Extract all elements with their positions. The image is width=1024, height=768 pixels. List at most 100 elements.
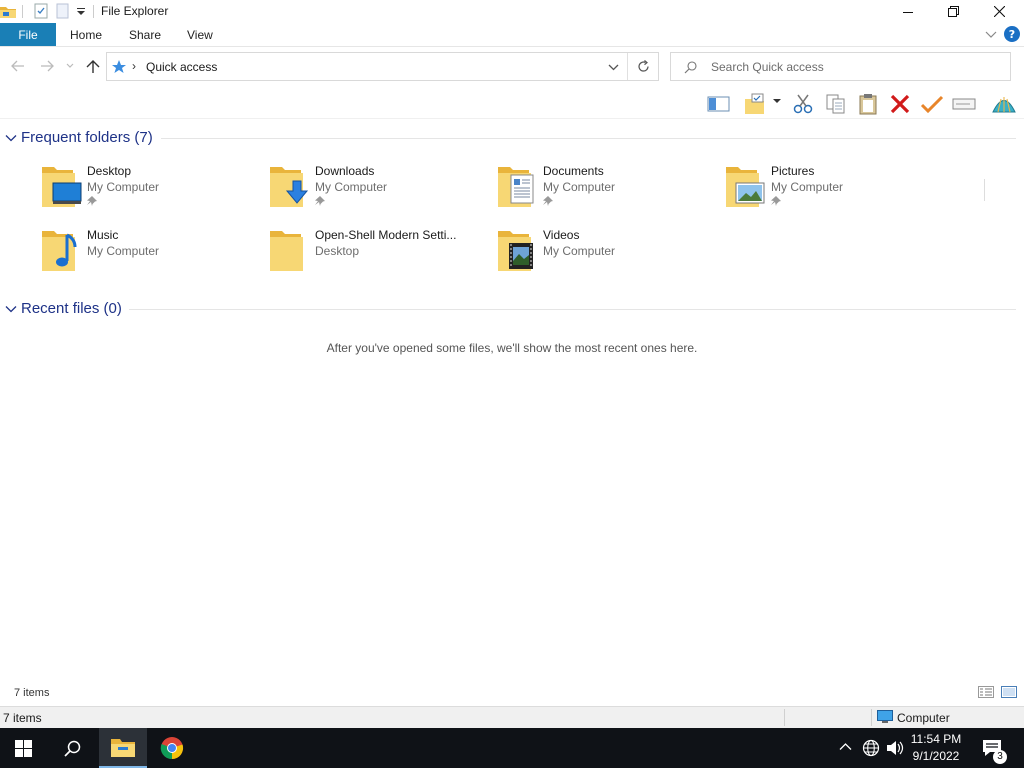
close-button[interactable] bbox=[976, 0, 1022, 23]
folder-item-documents[interactable]: Documents My Computer bbox=[497, 163, 717, 219]
tab-file[interactable]: File bbox=[0, 23, 56, 46]
folder-name: Desktop bbox=[87, 164, 132, 178]
up-arrow-icon[interactable] bbox=[86, 59, 100, 74]
taskbar: 11:54 PM 9/1/2022 3 bbox=[0, 728, 1024, 768]
chrome-taskbar-button[interactable] bbox=[149, 728, 195, 768]
network-globe-icon[interactable] bbox=[862, 739, 880, 757]
restore-button[interactable] bbox=[930, 0, 976, 23]
folder-name: Videos bbox=[543, 228, 580, 242]
status-divider bbox=[784, 709, 785, 726]
properties-icon[interactable] bbox=[33, 3, 49, 19]
start-button[interactable] bbox=[0, 728, 46, 768]
desktop-folder-icon bbox=[41, 163, 83, 207]
folder-item-open-shell[interactable]: Open-Shell Modern Setti... Desktop bbox=[269, 227, 489, 283]
pictures-folder-icon bbox=[725, 163, 767, 207]
folder-item-pictures[interactable]: Pictures My Computer bbox=[725, 163, 945, 219]
cut-icon[interactable] bbox=[791, 93, 815, 115]
recent-files-header[interactable]: Recent files (0) bbox=[5, 300, 122, 317]
search-button[interactable] bbox=[49, 728, 95, 768]
system-clock[interactable]: 11:54 PM 9/1/2022 bbox=[906, 731, 966, 765]
properties-folder-icon[interactable] bbox=[743, 93, 767, 115]
folder-item-videos[interactable]: Videos My Computer bbox=[497, 227, 717, 283]
clock-date: 9/1/2022 bbox=[912, 749, 960, 763]
folder-location: My Computer bbox=[543, 244, 616, 258]
status-divider bbox=[871, 709, 872, 726]
back-arrow-icon[interactable] bbox=[11, 60, 25, 72]
folder-location: Desktop bbox=[315, 244, 360, 258]
folder-location: My Computer bbox=[771, 180, 844, 194]
folder-location: My Computer bbox=[315, 180, 388, 194]
ribbon-tabs: File Home Share View ? bbox=[0, 23, 1024, 47]
frequent-folders-header[interactable]: Frequent folders (7) bbox=[5, 129, 153, 146]
minimize-icon bbox=[903, 11, 913, 13]
qat-divider bbox=[93, 5, 94, 18]
clock-time: 11:54 PM bbox=[910, 732, 962, 746]
folder-item-desktop[interactable]: Desktop My Computer bbox=[41, 163, 261, 219]
navigation-bar: › Quick access Search Quick access bbox=[0, 48, 1024, 86]
folder-item-downloads[interactable]: Downloads My Computer bbox=[269, 163, 489, 219]
close-icon bbox=[993, 6, 1005, 17]
paste-icon[interactable] bbox=[856, 93, 880, 115]
status-computer-label: Computer bbox=[897, 711, 950, 725]
pin-icon bbox=[771, 196, 781, 206]
refresh-icon[interactable] bbox=[637, 60, 650, 73]
pin-icon bbox=[315, 196, 325, 206]
collapse-chevron-icon[interactable] bbox=[5, 134, 17, 142]
folder-item-music[interactable]: Music My Computer bbox=[41, 227, 261, 283]
folder-name: Downloads bbox=[315, 164, 375, 178]
folder-name: Open-Shell Modern Setti... bbox=[315, 228, 457, 242]
checkmark-icon[interactable] bbox=[920, 93, 944, 115]
address-history-chevron-icon[interactable] bbox=[608, 64, 619, 71]
status-bar: 7 items Computer bbox=[0, 706, 1024, 728]
qat-divider bbox=[22, 5, 23, 18]
documents-folder-icon bbox=[497, 163, 539, 207]
pin-icon bbox=[87, 196, 97, 206]
command-toolbar bbox=[0, 87, 1024, 201]
new-folder-icon[interactable] bbox=[55, 3, 71, 19]
group-divider bbox=[129, 309, 1016, 310]
recent-files-title: Recent files (0) bbox=[21, 300, 122, 317]
folder-location: My Computer bbox=[87, 180, 160, 194]
window-title: File Explorer bbox=[101, 4, 169, 18]
breadcrumb-separator-icon[interactable]: › bbox=[132, 59, 136, 73]
search-icon bbox=[63, 740, 80, 757]
forward-arrow-icon[interactable] bbox=[40, 60, 54, 72]
customize-dropdown-icon[interactable] bbox=[76, 8, 86, 16]
recent-locations-chevron-icon[interactable] bbox=[66, 63, 74, 69]
tab-home[interactable]: Home bbox=[70, 23, 102, 46]
search-placeholder: Search Quick access bbox=[711, 60, 824, 74]
videos-folder-icon bbox=[497, 227, 539, 271]
svg-text:?: ? bbox=[1009, 28, 1015, 41]
music-folder-icon bbox=[41, 227, 83, 271]
item-count: 7 items bbox=[14, 687, 50, 699]
volume-icon[interactable] bbox=[886, 739, 904, 757]
search-input[interactable]: Search Quick access bbox=[670, 52, 1011, 81]
file-explorer-taskbar-button[interactable] bbox=[99, 728, 147, 768]
recent-files-empty-message: After you've opened some files, we'll sh… bbox=[326, 341, 698, 355]
large-icons-view-icon[interactable] bbox=[1001, 686, 1017, 698]
delete-icon[interactable] bbox=[888, 93, 912, 115]
collapse-chevron-icon[interactable] bbox=[5, 305, 17, 313]
navigation-pane-icon[interactable] bbox=[707, 93, 731, 115]
breadcrumb-quick-access[interactable]: Quick access bbox=[146, 60, 217, 74]
properties-dropdown-icon[interactable] bbox=[772, 97, 784, 119]
show-hidden-icons-chevron-icon[interactable] bbox=[839, 742, 852, 751]
search-icon bbox=[684, 61, 697, 74]
rename-icon[interactable] bbox=[952, 93, 976, 115]
minimize-button[interactable] bbox=[885, 0, 931, 23]
title-bar: File Explorer bbox=[0, 0, 1024, 23]
tab-view[interactable]: View bbox=[187, 23, 213, 46]
folder-icon bbox=[269, 227, 311, 271]
expand-ribbon-icon[interactable] bbox=[985, 29, 997, 39]
frequent-folders-title: Frequent folders (7) bbox=[21, 129, 153, 146]
folder-name: Documents bbox=[543, 164, 604, 178]
help-icon[interactable]: ? bbox=[1004, 26, 1020, 42]
tab-share[interactable]: Share bbox=[129, 23, 161, 46]
pin-icon bbox=[543, 196, 553, 206]
copy-icon[interactable] bbox=[824, 93, 848, 115]
address-bar[interactable]: › Quick access bbox=[106, 52, 659, 81]
details-view-icon[interactable] bbox=[978, 686, 994, 698]
open-shell-icon[interactable] bbox=[991, 93, 1017, 115]
file-explorer-icon bbox=[111, 739, 135, 757]
group-divider bbox=[161, 138, 1016, 139]
